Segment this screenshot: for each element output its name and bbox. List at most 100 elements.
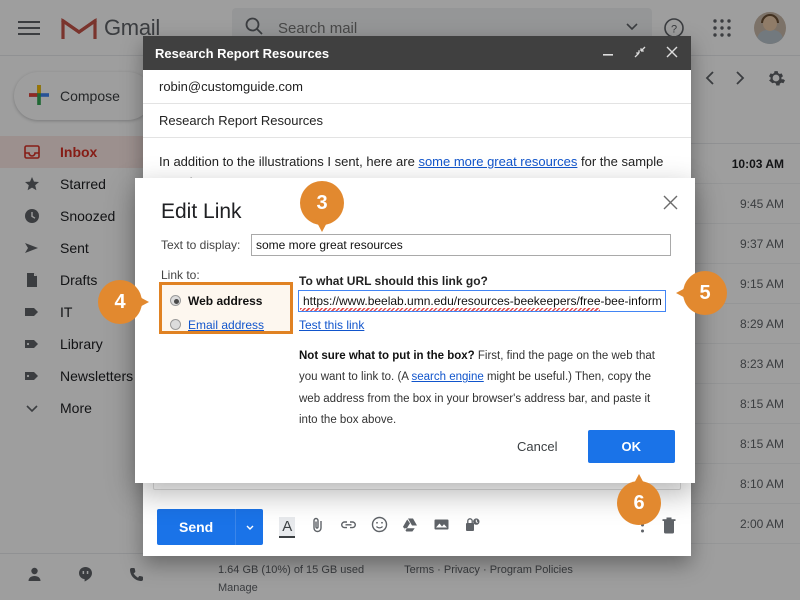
apps-grid-icon[interactable] <box>702 8 742 48</box>
insert-emoji-icon[interactable] <box>371 516 388 538</box>
compose-insert-icons: A <box>279 516 481 538</box>
avatar-head <box>763 16 777 31</box>
hangouts-icon[interactable] <box>77 566 94 588</box>
insert-photo-icon[interactable] <box>433 516 450 538</box>
search-input[interactable] <box>278 19 624 37</box>
gmail-footer: 1.64 GB (10%) of 15 GB used Manage Terms… <box>210 564 800 594</box>
sidebar-item-label: Newsletters <box>60 368 134 384</box>
mail-time: 9:45 AM <box>739 196 784 211</box>
mail-time: 2:00 AM <box>739 516 784 531</box>
inbox-icon <box>22 144 42 160</box>
mail-time: 8:15 AM <box>739 436 784 451</box>
callout-badge-3: 3 <box>300 181 344 232</box>
compose-label: Compose <box>60 88 120 104</box>
text-to-display-input[interactable] <box>251 234 671 256</box>
sidebar-item-label: Starred <box>60 176 106 192</box>
sidebar-item-label: Library <box>60 336 103 352</box>
chevron-down-icon <box>22 400 42 416</box>
compose-subject-value: Research Report Resources <box>159 113 324 128</box>
chevron-left-icon[interactable] <box>702 69 720 92</box>
mail-time: 8:29 AM <box>739 316 784 331</box>
page-title: Edit Link <box>161 200 242 223</box>
link-to-label: Link to: <box>161 268 200 282</box>
radio-web-address[interactable]: Web address <box>170 291 290 310</box>
sidebar-item-label: Sent <box>60 240 89 256</box>
ok-button[interactable]: OK <box>587 430 675 463</box>
gear-icon[interactable] <box>766 68 786 93</box>
phone-icon[interactable] <box>128 566 145 588</box>
help-text-bold: Not sure what to put in the box? <box>299 350 475 362</box>
draft-icon <box>22 272 42 288</box>
send-options-button[interactable] <box>235 509 264 545</box>
gmail-logo-icon <box>60 14 98 42</box>
mail-time: 9:15 AM <box>739 276 784 291</box>
mail-time: 9:37 AM <box>739 236 784 251</box>
compose-footer: Send A <box>143 498 691 556</box>
link-type-radio-group: Web address Email address <box>159 282 293 334</box>
google-drive-icon[interactable] <box>402 516 419 538</box>
callout-badge-5: 5 <box>676 271 727 315</box>
confidential-mode-icon[interactable] <box>464 516 481 538</box>
avatar-body <box>757 30 783 44</box>
manage-storage-link[interactable]: Manage <box>218 582 364 594</box>
radio-unselected-icon[interactable] <box>170 319 181 330</box>
dialog-footer: Cancel OK <box>503 430 675 463</box>
body-text-before: In addition to the illustrations I sent,… <box>159 154 419 169</box>
text-to-display-row: Text to display: <box>161 234 671 256</box>
radio-selected-icon[interactable] <box>170 295 181 306</box>
person-icon[interactable] <box>26 566 43 588</box>
sidebar-item-label: IT <box>60 304 73 320</box>
storage-usage: 1.64 GB (10%) of 15 GB used <box>218 564 365 576</box>
star-icon <box>22 176 42 192</box>
chevron-right-icon[interactable] <box>730 69 748 92</box>
sidebar-item-label: More <box>60 400 92 416</box>
text-to-display-label: Text to display: <box>161 238 241 252</box>
sidebar-item-label: Inbox <box>60 144 98 160</box>
test-this-link[interactable]: Test this link <box>299 318 364 332</box>
label-icon <box>22 368 42 384</box>
sidebar-item-label: Drafts <box>60 272 98 288</box>
svg-text:?: ? <box>671 24 677 36</box>
collapse-arrows-icon[interactable] <box>633 45 647 62</box>
minimize-icon[interactable] <box>601 45 615 62</box>
help-text: Not sure what to put in the box? First, … <box>299 346 671 431</box>
search-engine-link[interactable]: search engine <box>412 371 484 383</box>
clock-icon <box>22 208 42 224</box>
close-icon[interactable] <box>665 45 679 62</box>
compose-button[interactable]: Compose <box>14 72 152 120</box>
attach-file-icon[interactable] <box>309 516 326 538</box>
send-button[interactable]: Send <box>157 509 236 545</box>
callout-badge-6: 6 <box>617 474 661 525</box>
compose-window-header: Research Report Resources <box>143 36 691 70</box>
footer-links[interactable]: Terms · Privacy · Program Policies <box>404 564 573 594</box>
mail-time: 8:15 AM <box>739 396 784 411</box>
sidebar-item-label: Snoozed <box>60 208 116 224</box>
text-format-icon[interactable]: A <box>279 516 296 538</box>
compose-to-field[interactable]: robin@customguide.com <box>143 70 691 104</box>
insert-link-icon[interactable] <box>340 516 357 538</box>
url-question-label: To what URL should this link go? <box>299 274 488 288</box>
radio-web-address-label: Web address <box>188 293 263 308</box>
sidebar-bottom-icons <box>0 553 210 588</box>
radio-email-address[interactable]: Email address <box>170 315 290 334</box>
close-icon[interactable] <box>662 194 679 214</box>
plus-icon <box>28 84 50 109</box>
compose-subject-field[interactable]: Research Report Resources <box>143 104 691 138</box>
body-hyperlink[interactable]: some more great resources <box>418 154 577 169</box>
cancel-button[interactable]: Cancel <box>503 431 571 462</box>
compose-window-controls <box>601 45 679 62</box>
send-icon <box>22 240 42 256</box>
trash-icon[interactable] <box>661 516 677 539</box>
avatar[interactable] <box>754 12 786 44</box>
edit-link-dialog: Edit Link Text to display: Link to: Web … <box>135 178 695 483</box>
compose-to-value: robin@customguide.com <box>159 79 303 94</box>
hamburger-icon[interactable] <box>18 20 40 36</box>
mail-time: 10:03 AM <box>731 156 784 171</box>
url-input[interactable] <box>298 290 666 312</box>
label-icon <box>22 336 42 352</box>
label-icon <box>22 304 42 320</box>
radio-email-address-label[interactable]: Email address <box>188 318 264 332</box>
mail-time: 8:23 AM <box>739 356 784 371</box>
mail-time: 8:10 AM <box>739 476 784 491</box>
callout-badge-4: 4 <box>98 280 149 324</box>
